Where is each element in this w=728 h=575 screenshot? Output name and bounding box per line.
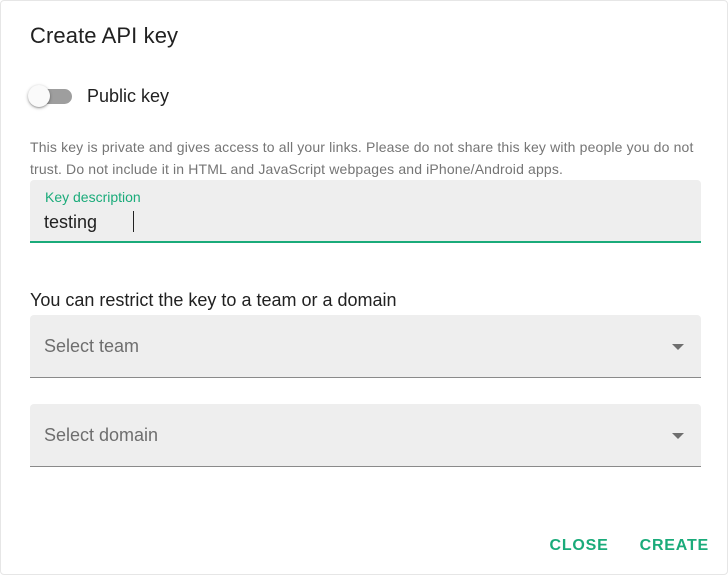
domain-select-placeholder: Select domain xyxy=(44,425,159,445)
create-api-key-dialog: Create API key Public key This key is pr… xyxy=(0,0,728,575)
toggle-thumb xyxy=(28,85,50,107)
domain-select[interactable]: Select domain xyxy=(30,404,701,467)
chevron-down-icon xyxy=(672,344,684,350)
close-button[interactable]: CLOSE xyxy=(549,535,608,557)
dialog-title: Create API key xyxy=(30,23,179,48)
key-description-input[interactable] xyxy=(44,210,684,234)
team-select[interactable]: Select team xyxy=(30,315,701,378)
dialog-actions: CLOSE CREATE xyxy=(549,535,709,557)
key-description-label: Key description xyxy=(45,189,141,205)
create-button[interactable]: CREATE xyxy=(640,535,709,557)
public-key-toggle-row[interactable]: Public key xyxy=(28,83,169,109)
chevron-down-icon xyxy=(672,433,684,439)
public-key-label: Public key xyxy=(87,85,170,106)
restrict-label: You can restrict the key to a team or a … xyxy=(30,290,397,310)
text-caret xyxy=(133,211,134,232)
public-key-toggle[interactable] xyxy=(28,83,74,109)
team-select-placeholder: Select team xyxy=(44,336,140,356)
key-description-field[interactable]: Key description xyxy=(30,180,701,243)
private-key-hint: This key is private and gives access to … xyxy=(30,139,694,177)
